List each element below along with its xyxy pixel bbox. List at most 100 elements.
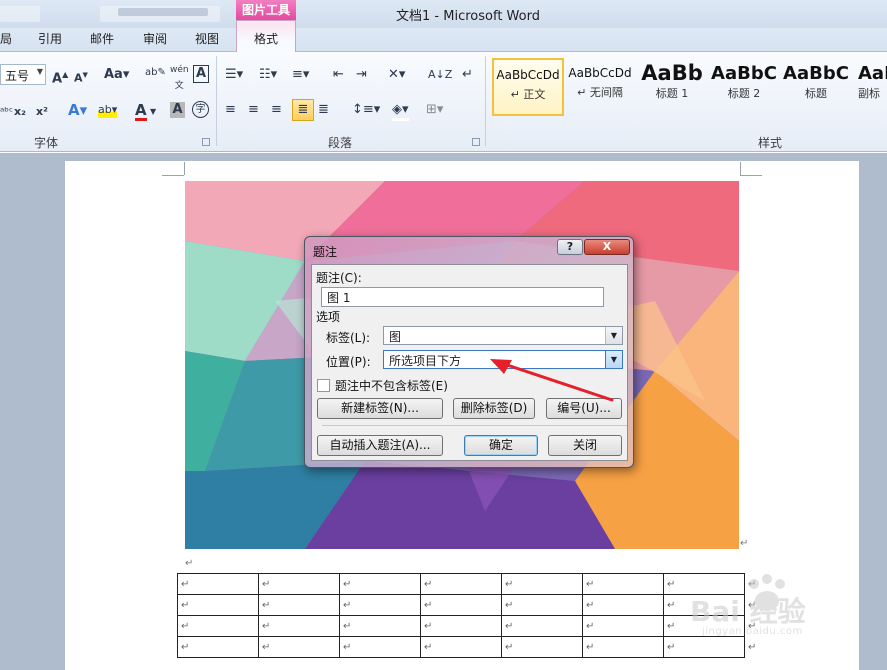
new-label-button[interactable]: 新建标签(N)...	[317, 398, 443, 419]
justify-icon[interactable]: ≣	[292, 99, 314, 121]
options-label: 选项	[316, 310, 341, 324]
table-cell[interactable]: ↵	[258, 573, 340, 595]
table-cell[interactable]: ↵	[258, 636, 340, 658]
tab-layout[interactable]: 局	[0, 30, 12, 47]
style-normal[interactable]: AaBbCcDd ↵ 正文	[492, 58, 564, 116]
table-cell[interactable]: ↵	[258, 594, 340, 616]
caption-input[interactable]: 图 1	[321, 287, 604, 307]
align-left-icon[interactable]: ≡	[225, 102, 236, 118]
table-cell[interactable]: ↵	[501, 573, 583, 595]
sort-icon[interactable]: A↓Z	[428, 67, 452, 83]
paragraph-mark: ↵	[740, 538, 749, 549]
table-cell[interactable]: ↵	[582, 636, 664, 658]
line-spacing-icon[interactable]: ↕≡▾	[352, 102, 380, 118]
chevron-down-icon[interactable]: ▼	[37, 67, 43, 76]
font-size-combobox[interactable]: 五号 ▼	[0, 64, 46, 85]
table-cell[interactable]: ↵	[582, 594, 664, 616]
chevron-down-icon[interactable]: ▼	[605, 327, 622, 344]
style-sample: AaBbC	[783, 63, 849, 84]
table-cell[interactable]: ↵	[339, 636, 421, 658]
chinese-layout-icon[interactable]: ✕▾	[388, 67, 405, 83]
table-cell[interactable]: ↵	[177, 636, 259, 658]
strikethrough-icon[interactable]: ᵃᵇᶜ	[0, 104, 13, 120]
highlight-icon[interactable]: ab▾	[98, 102, 118, 118]
text-effects-icon[interactable]: A▾	[68, 102, 87, 118]
crop-mark	[162, 175, 184, 176]
phonetic-guide-icon[interactable]: wén 文	[170, 62, 189, 94]
shading-icon[interactable]: ◈▾	[392, 102, 409, 121]
clear-format-icon[interactable]: ab✎	[145, 65, 166, 81]
crop-mark	[740, 162, 741, 175]
table-cell[interactable]: ↵	[501, 636, 583, 658]
table-cell[interactable]: ↵	[582, 615, 664, 637]
subscript-icon[interactable]: x₂	[14, 104, 26, 120]
close-button[interactable]: 关闭	[548, 435, 622, 456]
numbering-icon[interactable]: ☷▾	[259, 67, 277, 83]
multilevel-list-icon[interactable]: ≡▾	[292, 67, 309, 83]
tab-mailings[interactable]: 邮件	[90, 30, 114, 47]
style-name: 标题 1	[655, 87, 689, 100]
autocaption-button[interactable]: 自动插入题注(A)...	[317, 435, 443, 456]
table-cell[interactable]: ↵	[420, 573, 502, 595]
change-case-icon[interactable]: Aa▾	[104, 67, 129, 83]
label-select-value: 图	[389, 330, 402, 344]
style-sample: AaBbC	[711, 63, 777, 84]
help-button[interactable]: ?	[557, 239, 583, 255]
table-cell[interactable]: ↵	[420, 594, 502, 616]
style-sample: AaBb	[641, 61, 703, 85]
tab-view[interactable]: 视图	[195, 30, 219, 47]
style-heading-2[interactable]: AaBbC 标题 2	[708, 58, 780, 116]
table-cell[interactable]: ↵	[339, 573, 421, 595]
watermark-text: Bai 经验	[690, 595, 806, 628]
show-marks-icon[interactable]: ↵	[462, 67, 473, 83]
character-shading-icon[interactable]: A	[170, 102, 185, 118]
table-cell[interactable]: ↵	[420, 636, 502, 658]
table-row: ↵↵↵↵↵↵↵↵	[177, 594, 757, 616]
decrease-indent-icon[interactable]: ⇤	[333, 67, 344, 83]
annotation-arrow-icon	[490, 359, 614, 402]
shrink-font-icon[interactable]: A▼	[74, 67, 88, 87]
font-color-icon[interactable]: A	[135, 102, 147, 121]
ok-button[interactable]: 确定	[464, 435, 538, 456]
tab-review[interactable]: 审阅	[143, 30, 167, 47]
table-cell[interactable]: ↵	[177, 594, 259, 616]
table-row: ↵↵↵↵↵↵↵↵	[177, 615, 757, 637]
exclude-label-text: 题注中不包含标签(E)	[335, 379, 448, 393]
style-title[interactable]: AaBbC 标题	[780, 58, 852, 116]
paragraph-dialog-launcher-icon[interactable]	[472, 138, 480, 146]
style-heading-1[interactable]: AaBb 标题 1	[636, 58, 708, 116]
tab-format[interactable]: 格式	[236, 20, 296, 52]
table-cell[interactable]: ↵	[258, 615, 340, 637]
character-border-icon[interactable]: A	[193, 65, 209, 83]
tab-references[interactable]: 引用	[38, 30, 62, 47]
table-cell[interactable]: ↵	[339, 594, 421, 616]
label-select[interactable]: 图 ▼	[383, 326, 623, 345]
distributed-icon[interactable]: ≣	[318, 102, 329, 118]
align-center-icon[interactable]: ≡	[248, 102, 259, 118]
close-icon: X	[602, 240, 612, 253]
chevron-down-icon[interactable]: ▼	[150, 104, 156, 120]
grow-font-icon[interactable]: A▲	[52, 67, 68, 87]
table-cell[interactable]: ↵	[420, 615, 502, 637]
exclude-label-checkbox[interactable]	[317, 379, 330, 392]
document-table[interactable]: ↵↵↵↵↵↵↵↵↵↵↵↵↵↵↵↵↵↵↵↵↵↵↵↵↵↵↵↵↵↵↵↵	[177, 573, 757, 658]
style-subtitle[interactable]: AaB 副标	[852, 58, 887, 116]
table-cell[interactable]: ↵	[582, 573, 664, 595]
align-right-icon[interactable]: ≡	[271, 102, 282, 118]
superscript-icon[interactable]: x²	[36, 104, 48, 120]
label-label: 标签(L):	[326, 331, 371, 345]
table-cell[interactable]: ↵	[501, 615, 583, 637]
enclose-character-icon[interactable]: 字	[192, 101, 209, 118]
borders-icon[interactable]: ⊞▾	[426, 102, 443, 118]
font-dialog-launcher-icon[interactable]	[202, 138, 210, 146]
increase-indent-icon[interactable]: ⇥	[356, 67, 367, 83]
table-cell[interactable]: ↵	[501, 594, 583, 616]
crop-mark	[740, 175, 762, 176]
bullets-icon[interactable]: ☰▾	[225, 67, 243, 83]
table-row: ↵↵↵↵↵↵↵↵	[177, 573, 757, 595]
table-cell[interactable]: ↵	[177, 615, 259, 637]
dialog-close-button[interactable]: X	[584, 239, 630, 255]
style-no-spacing[interactable]: AaBbCcDd ↵ 无间隔	[564, 58, 636, 116]
table-cell[interactable]: ↵	[177, 573, 259, 595]
table-cell[interactable]: ↵	[339, 615, 421, 637]
